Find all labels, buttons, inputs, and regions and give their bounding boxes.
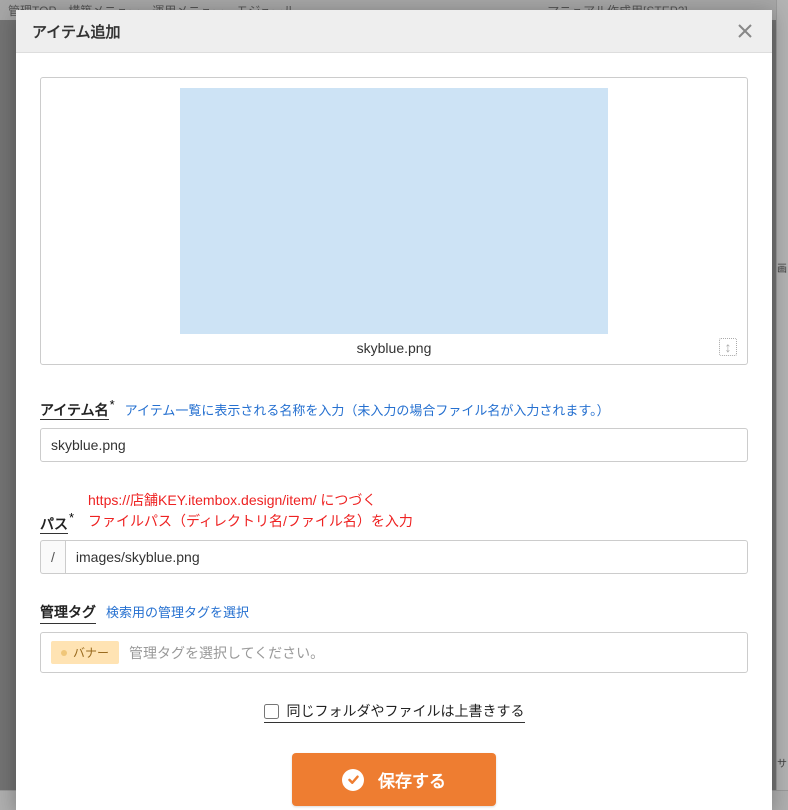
overwrite-label-wrap[interactable]: 同じフォルダやファイルは上書きする bbox=[264, 701, 525, 723]
modal-title: アイテム追加 bbox=[32, 21, 121, 42]
tags-placeholder: 管理タグを選択してください。 bbox=[129, 643, 324, 663]
tags-field: 管理タグ 検索用の管理タグを選択 バナー 管理タグを選択してください。 bbox=[40, 602, 748, 673]
tags-select[interactable]: バナー 管理タグを選択してください。 bbox=[40, 632, 748, 673]
path-hint-line2: ファイルパス（ディレクトリ名/ファイル名）を入力 bbox=[88, 513, 413, 529]
overwrite-checkbox[interactable] bbox=[264, 704, 279, 719]
item-name-label-row: アイテム名* アイテム一覧に表示される名称を入力（未入力の場合ファイル名が入力さ… bbox=[40, 397, 748, 420]
close-button[interactable] bbox=[734, 20, 756, 42]
path-field: https://店舗KEY.itembox.design/item/ につづく … bbox=[40, 490, 748, 574]
path-hint-red: https://店舗KEY.itembox.design/item/ につづく … bbox=[88, 490, 748, 532]
save-button[interactable]: 保存する bbox=[292, 753, 496, 806]
tag-chip-banner[interactable]: バナー bbox=[51, 641, 119, 664]
modal-body: skyblue.png ↕ アイテム名* アイテム一覧に表示される名称を入力（未… bbox=[16, 53, 772, 810]
item-name-input[interactable] bbox=[40, 428, 748, 462]
tag-dot-icon bbox=[61, 650, 67, 656]
required-star: * bbox=[110, 397, 115, 412]
item-name-field: アイテム名* アイテム一覧に表示される名称を入力（未入力の場合ファイル名が入力さ… bbox=[40, 397, 748, 462]
overwrite-label: 同じフォルダやファイルは上書きする bbox=[287, 701, 525, 721]
path-hint-line1: https://店舗KEY.itembox.design/item/ につづく bbox=[88, 492, 376, 508]
path-input-row: / bbox=[40, 540, 748, 574]
path-slash-prefix: / bbox=[40, 540, 65, 574]
preview-filename: skyblue.png bbox=[53, 340, 735, 356]
save-row: 保存する bbox=[40, 753, 748, 806]
tags-label: 管理タグ bbox=[40, 602, 96, 624]
path-input[interactable] bbox=[65, 540, 748, 574]
tags-label-row: 管理タグ 検索用の管理タグを選択 bbox=[40, 602, 748, 624]
modal-header: アイテム追加 bbox=[16, 10, 772, 53]
close-icon bbox=[737, 23, 753, 39]
item-name-label: アイテム名 bbox=[40, 402, 109, 420]
tag-chip-label: バナー bbox=[73, 644, 109, 661]
image-preview-box: skyblue.png ↕ bbox=[40, 77, 748, 365]
required-star: * bbox=[69, 510, 74, 525]
tags-hint: 検索用の管理タグを選択 bbox=[106, 602, 249, 621]
item-name-hint: アイテム一覧に表示される名称を入力（未入力の場合ファイル名が入力されます。） bbox=[125, 400, 610, 419]
resize-handle-icon[interactable]: ↕ bbox=[719, 338, 737, 356]
overwrite-row: 同じフォルダやファイルは上書きする bbox=[40, 701, 748, 723]
path-label: パス bbox=[40, 516, 68, 534]
add-item-modal: アイテム追加 skyblue.png ↕ アイテム名* アイテム一覧に表示される… bbox=[16, 10, 772, 810]
image-preview bbox=[180, 88, 608, 334]
save-button-label: 保存する bbox=[378, 767, 446, 792]
check-circle-icon bbox=[342, 769, 364, 791]
